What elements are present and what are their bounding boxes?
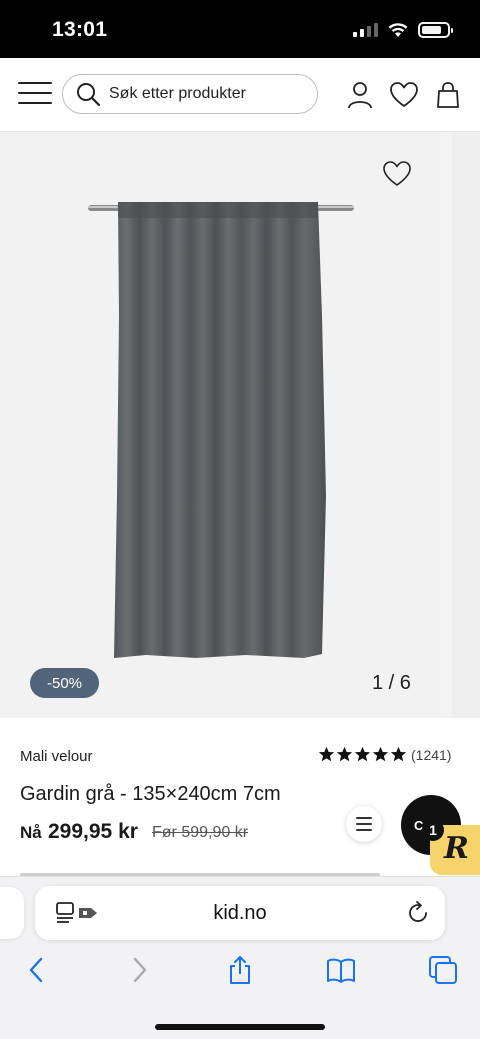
- star-icon: [354, 746, 371, 762]
- floating-menu-button[interactable]: [346, 806, 382, 842]
- status-bar: 13:01: [0, 0, 480, 58]
- discount-badge: -50%: [30, 668, 99, 698]
- product-title: Gardin grå - 135×240cm 7cm: [20, 783, 281, 805]
- wifi-icon: [388, 23, 408, 37]
- product-brand[interactable]: Mali velour: [20, 748, 93, 765]
- price-now: 299,95 kr: [48, 820, 138, 843]
- add-to-wishlist-heart-icon[interactable]: [382, 160, 412, 188]
- reviews-logo-icon: R: [444, 831, 469, 866]
- tabs-icon[interactable]: [428, 955, 458, 985]
- address-bar[interactable]: kid.no: [35, 886, 445, 940]
- star-icon: [390, 746, 407, 762]
- status-icons: [353, 22, 453, 38]
- browser-toolbar: kid.no: [0, 876, 480, 1039]
- product-gallery[interactable]: -50% 1 / 6: [0, 132, 480, 718]
- home-indicator: [155, 1024, 325, 1030]
- back-icon[interactable]: [22, 955, 52, 985]
- next-image-peek[interactable]: [452, 132, 480, 718]
- bag-icon[interactable]: [433, 80, 463, 110]
- curtain-image: [88, 202, 354, 658]
- star-icon: [372, 746, 389, 762]
- share-icon[interactable]: [225, 955, 255, 985]
- status-time: 13:01: [52, 18, 108, 41]
- wishlist-heart-icon[interactable]: [389, 80, 419, 110]
- battery-icon: [418, 22, 453, 38]
- site-header: [0, 58, 480, 132]
- gallery-main-image[interactable]: -50% 1 / 6: [0, 132, 440, 718]
- search-icon: [77, 83, 101, 107]
- rating-count: (1241): [411, 746, 452, 763]
- search-input[interactable]: [109, 85, 289, 103]
- star-icon: [336, 746, 353, 762]
- menu-button[interactable]: [18, 82, 52, 106]
- list-icon: [356, 817, 372, 819]
- menu-icon: [18, 82, 52, 84]
- previous-tab-peek[interactable]: [0, 887, 24, 939]
- bookmarks-icon[interactable]: [326, 955, 356, 985]
- gallery-pager: 1 / 6: [372, 672, 411, 694]
- search-bar[interactable]: [62, 74, 318, 114]
- price-before: Før 599,90 kr: [152, 824, 249, 841]
- price-now-label: Nå: [20, 823, 42, 842]
- user-icon[interactable]: [345, 80, 375, 110]
- cellular-signal-icon: [353, 23, 378, 37]
- star-icon: [318, 746, 335, 762]
- product-rating[interactable]: (1241): [318, 746, 451, 763]
- forward-icon[interactable]: [124, 955, 154, 985]
- reviews-count-badge: 1: [422, 819, 444, 841]
- address-url: kid.no: [213, 902, 267, 924]
- reload-icon[interactable]: [405, 900, 431, 926]
